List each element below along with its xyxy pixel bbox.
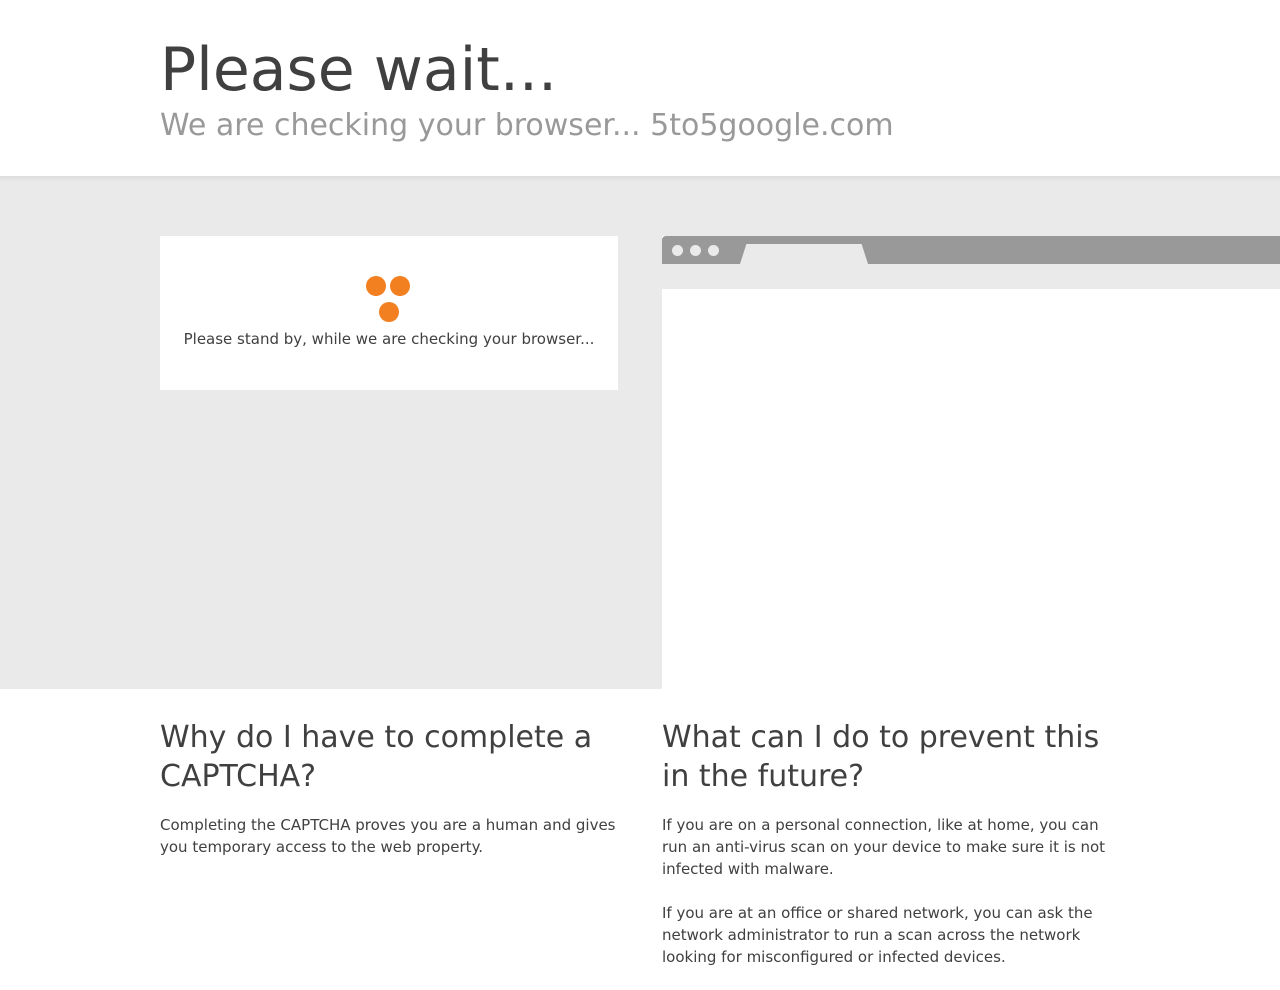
spinner-dot [390, 276, 410, 296]
why-captcha-section: Why do I have to complete a CAPTCHA? Com… [160, 718, 630, 880]
spinner-dot [379, 302, 399, 322]
browser-tab-shape [740, 244, 868, 264]
band-shadow [0, 176, 1280, 182]
browser-title-bar [662, 236, 1280, 264]
browser-check-card: Please stand by, while we are checking y… [160, 236, 618, 390]
page-subtitle: We are checking your browser... 5to5goog… [160, 108, 894, 143]
window-dot-icon [690, 245, 701, 256]
why-captcha-body: Completing the CAPTCHA proves you are a … [160, 816, 616, 856]
prevent-body-office: If you are at an office or shared networ… [662, 904, 1093, 966]
prevent-heading: What can I do to prevent this in the fut… [662, 720, 1100, 794]
spinner-dot [366, 276, 386, 296]
prevent-section: What can I do to prevent this in the fut… [662, 718, 1122, 990]
why-captcha-heading: Why do I have to complete a CAPTCHA? [160, 720, 593, 794]
browser-illustration [662, 236, 1280, 689]
window-dot-icon [672, 245, 683, 256]
page-title: Please wait... [160, 35, 558, 105]
check-message: Please stand by, while we are checking y… [183, 330, 595, 348]
page-header: Please wait... We are checking your brow… [0, 0, 1280, 176]
window-dot-icon [708, 245, 719, 256]
browser-address-bar [662, 264, 1280, 289]
prevent-body-personal: If you are on a personal connection, lik… [662, 816, 1106, 878]
